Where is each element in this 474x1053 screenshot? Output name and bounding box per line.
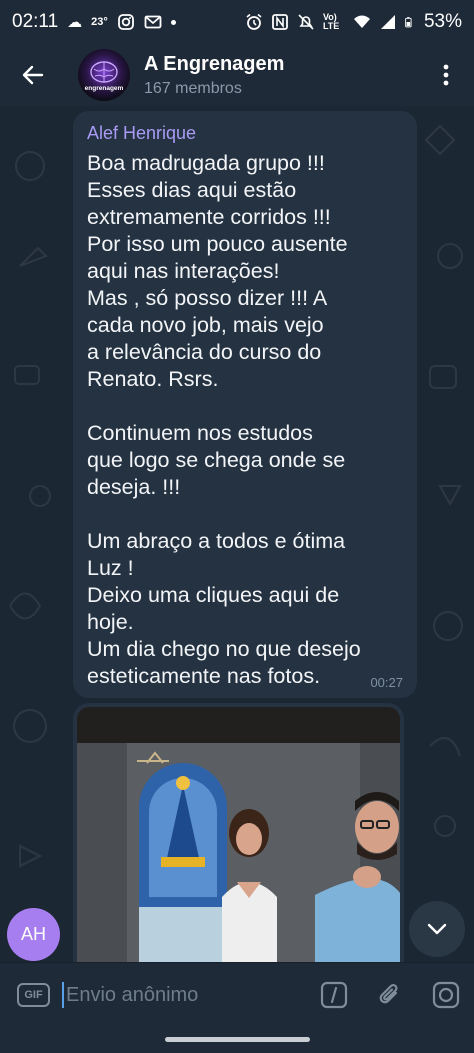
- system-nav-bar: [0, 1027, 474, 1053]
- group-avatar[interactable]: engrenagem: [78, 49, 130, 101]
- sender-name[interactable]: Alef Henrique: [87, 123, 403, 144]
- text-caret: [62, 982, 64, 1008]
- church-couple-photo: [77, 707, 400, 962]
- temperature: 23°: [91, 16, 108, 28]
- chat-header: engrenagem A Engrenagem 167 membros: [0, 44, 474, 106]
- more-options-button[interactable]: [418, 44, 474, 106]
- volte-label: Vo) LTE: [322, 12, 340, 31]
- message-text: Boa madrugada grupo !!! Esses dias aqui …: [87, 151, 361, 688]
- slash-command-icon: [320, 981, 348, 1009]
- alarm-icon: [246, 13, 262, 30]
- message-time: 00:27: [370, 675, 403, 690]
- chat-title-block[interactable]: A Engrenagem 167 membros: [144, 53, 284, 98]
- gesture-handle[interactable]: [165, 1037, 310, 1042]
- back-button[interactable]: [0, 44, 66, 106]
- chat-area[interactable]: Alef Henrique Boa madrugada grupo !!! Es…: [0, 106, 474, 962]
- chevron-down-icon: [427, 923, 447, 935]
- battery-icon: [405, 17, 412, 28]
- instagram-camera-icon: [432, 981, 460, 1009]
- camera-button[interactable]: [418, 963, 474, 1028]
- sender-avatar[interactable]: AH: [7, 908, 60, 961]
- paperclip-icon: [379, 983, 398, 1004]
- attach-button[interactable]: [362, 963, 418, 1028]
- avatar-brand-text: engrenagem: [84, 85, 124, 92]
- message-input[interactable]: Envio anônimo: [62, 982, 306, 1008]
- mute-icon: [298, 14, 314, 30]
- gif-button[interactable]: GIF: [17, 983, 50, 1007]
- more-vertical-icon: [443, 64, 449, 86]
- group-title: A Engrenagem: [144, 52, 285, 75]
- arrow-left-icon: [22, 65, 44, 85]
- message-input-placeholder: Envio anônimo: [66, 983, 199, 1006]
- instagram-icon: [117, 14, 134, 30]
- message-bubble[interactable]: Alef Henrique Boa madrugada grupo !!! Es…: [73, 111, 417, 698]
- weather-icon: ☁: [67, 14, 83, 31]
- scroll-down-button[interactable]: [409, 901, 465, 957]
- member-count: 167 membros: [144, 79, 242, 97]
- status-bar: 02:11 ☁ 23° Vo) LTE 53%: [0, 0, 474, 44]
- gmail-icon: [144, 15, 162, 29]
- more-notifications-dot: [170, 19, 176, 25]
- bot-commands-button[interactable]: [306, 963, 362, 1028]
- signal-icon: [380, 15, 395, 29]
- status-time: 02:11: [12, 11, 59, 32]
- photo-message[interactable]: [73, 703, 404, 962]
- brain-icon: [90, 61, 118, 83]
- wifi-icon: [353, 15, 370, 28]
- battery-percent: 53%: [423, 11, 462, 32]
- message-input-bar: GIF Envio anônimo: [0, 962, 474, 1027]
- photo-image[interactable]: [77, 707, 400, 962]
- nfc-icon: [272, 14, 288, 30]
